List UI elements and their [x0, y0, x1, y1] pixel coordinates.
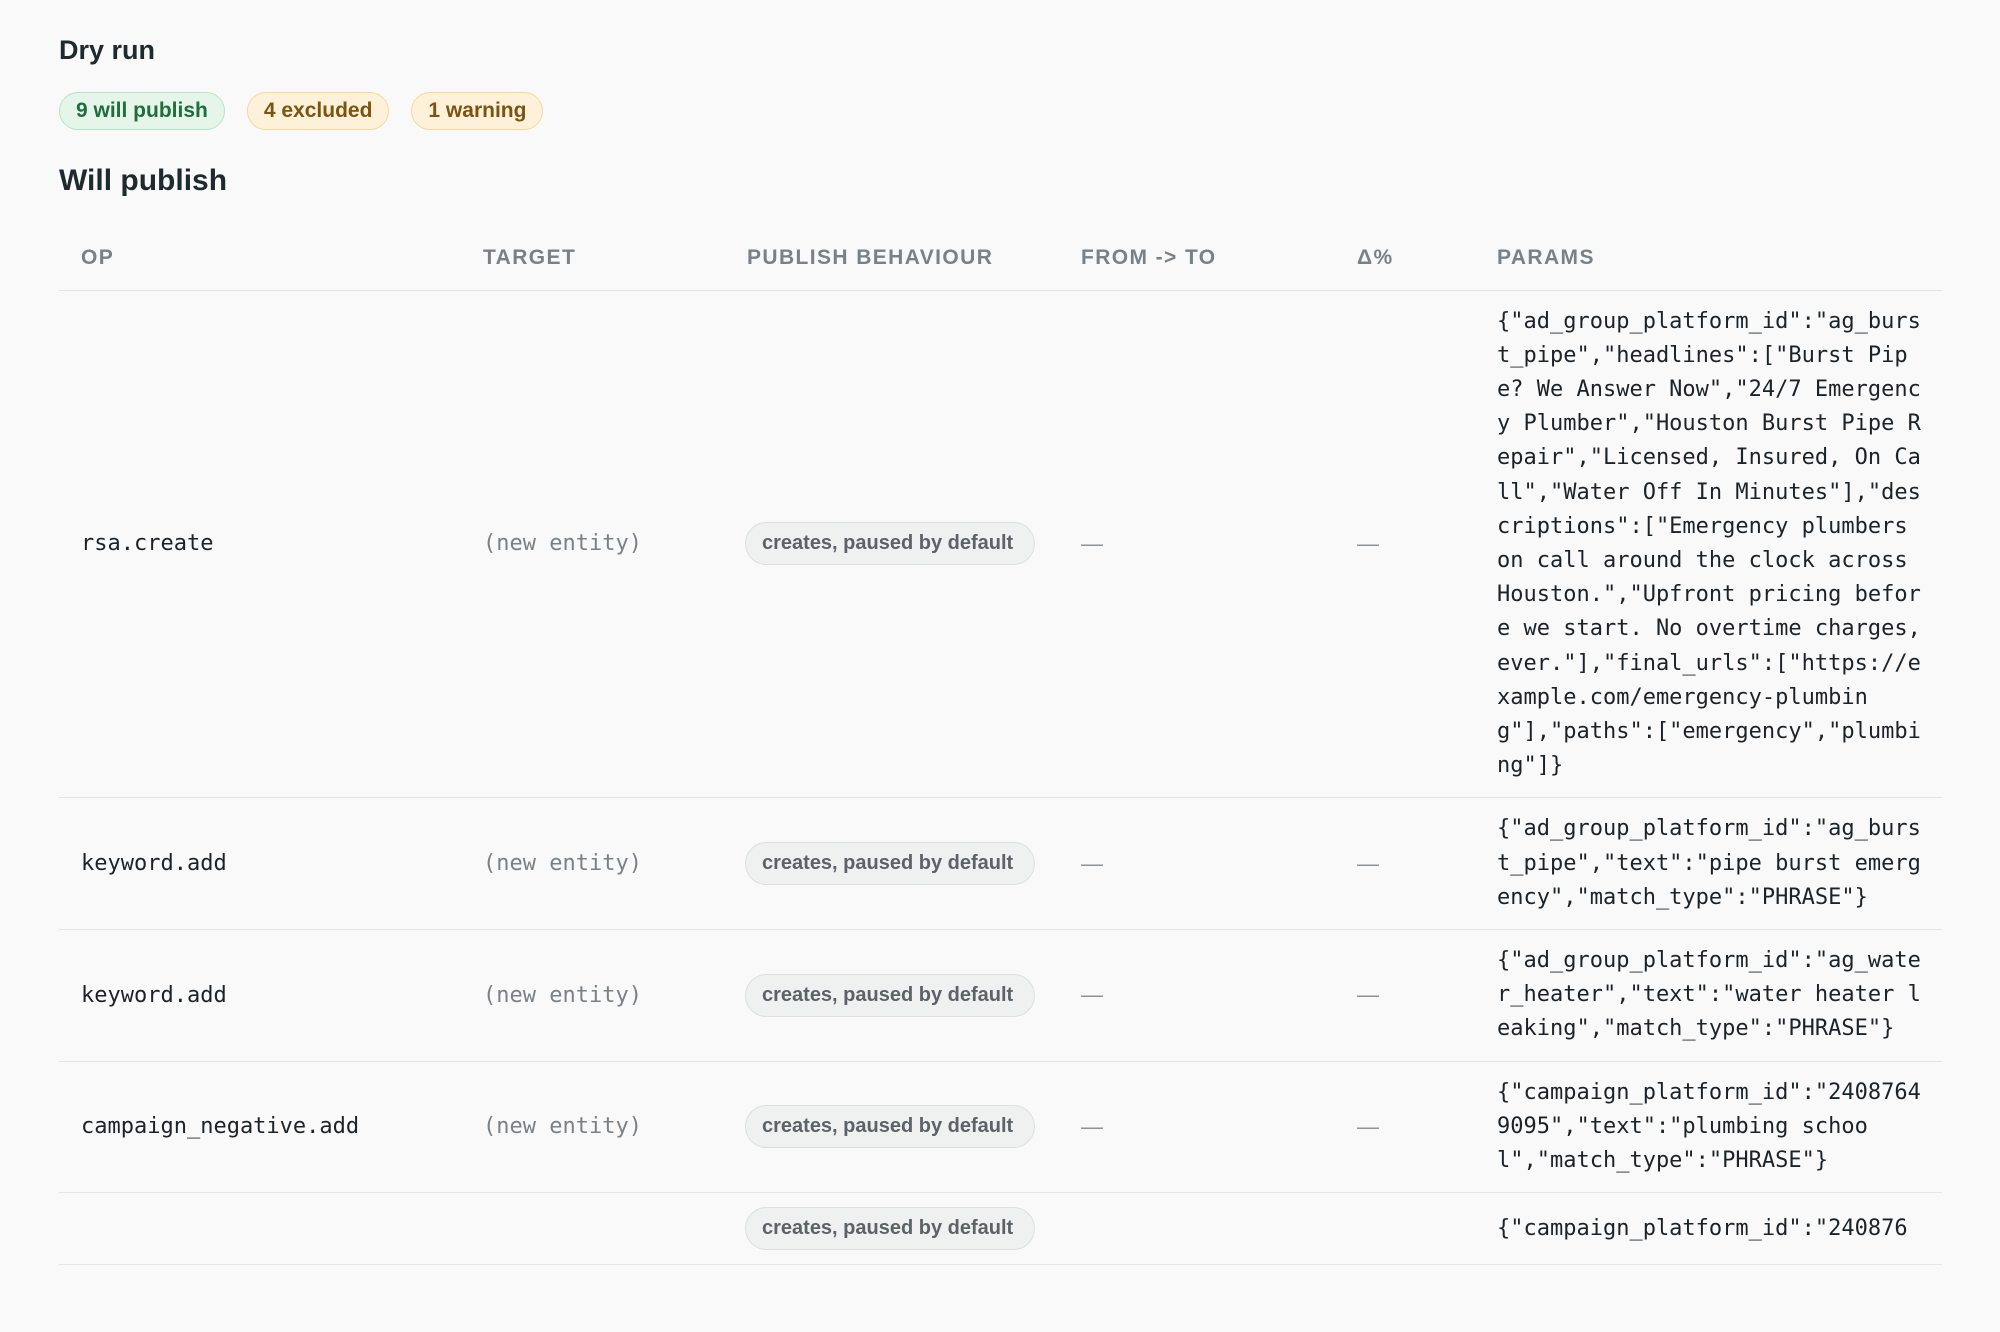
excluded-badge: 4 excluded: [246, 92, 390, 130]
behaviour-cell: creates, paused by default: [725, 797, 1059, 930]
params-cell: {"ad_group_platform_id":"ag_burst_pipe",…: [1475, 290, 1942, 799]
delta-cell: [1335, 1192, 1475, 1266]
behaviour-pill: creates, paused by default: [745, 842, 1035, 886]
publish-table: OP TARGET PUBLISH BEHAVIOUR FROM -> TO Δ…: [59, 226, 1942, 1266]
delta-cell: —: [1335, 1061, 1475, 1194]
table-row: creates, paused by default {"campaign_pl…: [59, 1192, 1942, 1266]
page-title: Dry run: [59, 35, 156, 65]
behaviour-pill: creates, paused by default: [745, 1207, 1035, 1251]
op-cell: keyword.add: [59, 797, 461, 930]
behaviour-cell: creates, paused by default: [725, 1061, 1059, 1194]
op-cell: keyword.add: [59, 929, 461, 1062]
table-row: keyword.add (new entity) creates, paused…: [59, 929, 1942, 1062]
column-header-delta: Δ%: [1335, 226, 1475, 291]
target-cell: (new entity): [461, 929, 725, 1062]
behaviour-pill: creates, paused by default: [745, 973, 1035, 1017]
op-cell: [59, 1192, 461, 1266]
target-cell: [461, 1192, 725, 1266]
params-cell: {"campaign_platform_id":"24087649095","t…: [1475, 1061, 1942, 1194]
table-row: keyword.add (new entity) creates, paused…: [59, 797, 1942, 930]
column-header-behaviour: PUBLISH BEHAVIOUR: [725, 226, 1059, 291]
section-title: Will publish: [59, 164, 228, 197]
behaviour-cell: creates, paused by default: [725, 290, 1059, 799]
delta-cell: —: [1335, 797, 1475, 930]
behaviour-cell: creates, paused by default: [725, 929, 1059, 1062]
summary-badges: 9 will publish 4 excluded 1 warning: [59, 92, 1942, 130]
column-header-params: PARAMS: [1475, 226, 1942, 291]
dry-run-page: Dry run 9 will publish 4 excluded 1 warn…: [0, 0, 2000, 1332]
behaviour-cell: creates, paused by default: [725, 1192, 1059, 1266]
op-cell: rsa.create: [59, 290, 461, 799]
params-cell: {"ad_group_platform_id":"ag_water_heater…: [1475, 929, 1942, 1062]
delta-cell: —: [1335, 929, 1475, 1062]
params-cell: {"campaign_platform_id":"240876: [1475, 1192, 1942, 1266]
column-header-from-to: FROM -> TO: [1059, 226, 1335, 291]
op-cell: campaign_negative.add: [59, 1061, 461, 1194]
will-publish-badge: 9 will publish: [59, 92, 225, 130]
column-header-target: TARGET: [461, 226, 725, 291]
delta-cell: —: [1335, 290, 1475, 799]
behaviour-pill: creates, paused by default: [745, 522, 1035, 566]
from-to-cell: —: [1059, 290, 1335, 799]
from-to-cell: —: [1059, 929, 1335, 1062]
column-header-op: OP: [59, 226, 461, 291]
warning-badge: 1 warning: [411, 92, 544, 130]
target-cell: (new entity): [461, 797, 725, 930]
table-row: rsa.create (new entity) creates, paused …: [59, 290, 1942, 799]
table-header-row: OP TARGET PUBLISH BEHAVIOUR FROM -> TO Δ…: [59, 226, 1942, 291]
table-row: campaign_negative.add (new entity) creat…: [59, 1061, 1942, 1194]
target-cell: (new entity): [461, 1061, 725, 1194]
from-to-cell: —: [1059, 797, 1335, 930]
target-cell: (new entity): [461, 290, 725, 799]
params-cell: {"ad_group_platform_id":"ag_burst_pipe",…: [1475, 797, 1942, 930]
behaviour-pill: creates, paused by default: [745, 1105, 1035, 1149]
from-to-cell: [1059, 1192, 1335, 1266]
from-to-cell: —: [1059, 1061, 1335, 1194]
